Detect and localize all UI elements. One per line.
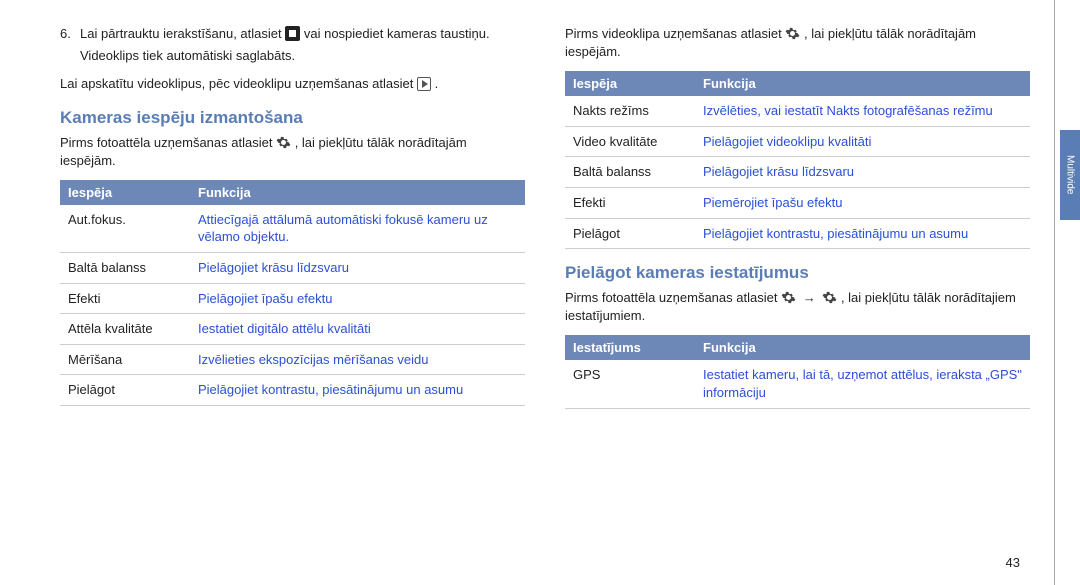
right-column: Pirms videoklipa uzņemšanas atlasiet , l… (565, 25, 1030, 419)
option-cell: Nakts režīms (565, 96, 695, 126)
table-row: Baltā balanssPielāgojiet krāsu līdzsvaru (60, 253, 525, 284)
gear-icon (781, 290, 796, 305)
camera-settings-intro: Pirms fotoattēla uzņemšanas atlasiet → ,… (565, 289, 1030, 325)
step-text: Lai pārtrauktu ierakstīšanu, atlasiet va… (80, 25, 490, 43)
video-options-intro: Pirms videoklipa uzņemšanas atlasiet , l… (565, 25, 1030, 61)
playback-text-after: . (435, 76, 439, 91)
side-tab: Multivide (1060, 130, 1080, 220)
option-cell: Pielāgot (60, 375, 190, 406)
page-number: 43 (1006, 555, 1020, 570)
gear-icon (822, 290, 837, 305)
function-cell: Pielāgojiet kontrastu, piesātinājumu un … (190, 375, 525, 406)
option-cell: Baltā balanss (60, 253, 190, 284)
gear-icon (785, 26, 800, 41)
function-cell: Pielāgojiet īpašu efektu (190, 283, 525, 314)
option-cell: Baltā balanss (565, 157, 695, 188)
table-row: EfektiPiemērojiet īpašu efektu (565, 188, 1030, 219)
option-cell: Efekti (60, 283, 190, 314)
step-text-after: vai nospiediet kameras taustiņu. (304, 26, 490, 41)
option-cell: Mērīšana (60, 344, 190, 375)
table-header-row: Iespēja Funkcija (565, 71, 1030, 96)
function-cell: Piemērojiet īpašu efektu (695, 188, 1030, 219)
step-text-before: Lai pārtrauktu ierakstīšanu, atlasiet (80, 26, 285, 41)
table-row: Attēla kvalitāteIestatiet digitālo attēl… (60, 314, 525, 345)
option-cell: Efekti (565, 188, 695, 219)
function-cell: Attiecīgajā attālumā automātiski fokusē … (190, 205, 525, 253)
step-6: 6. Lai pārtrauktu ierakstīšanu, atlasiet… (60, 25, 525, 65)
th-option: Iespēja (565, 71, 695, 96)
function-cell: Pielāgojiet kontrastu, piesātinājumu un … (695, 218, 1030, 249)
th-setting: Iestatījums (565, 335, 695, 360)
table-row: Nakts režīmsIzvēlēties, vai iestatīt Nak… (565, 96, 1030, 126)
th-function: Funkcija (695, 335, 1030, 360)
playback-text-before: Lai apskatītu videoklipus, pēc videoklip… (60, 76, 417, 91)
video-intro-before: Pirms videoklipa uzņemšanas atlasiet (565, 26, 785, 41)
table-row: EfektiPielāgojiet īpašu efektu (60, 283, 525, 314)
step-number: 6. (60, 25, 80, 43)
settings-intro-before: Pirms fotoattēla uzņemšanas atlasiet (565, 290, 781, 305)
left-column: 6. Lai pārtrauktu ierakstīšanu, atlasiet… (60, 25, 525, 419)
playback-para: Lai apskatītu videoklipus, pēc videoklip… (60, 75, 525, 93)
arrow-icon: → (800, 289, 819, 307)
table-header-row: Iestatījums Funkcija (565, 335, 1030, 360)
function-cell: Iestatiet kameru, lai tā, uzņemot attēlu… (695, 360, 1030, 408)
th-function: Funkcija (190, 180, 525, 205)
stop-icon (285, 26, 300, 41)
option-cell: Pielāgot (565, 218, 695, 249)
step-subtext: Videoklips tiek automātiski saglabāts. (80, 47, 525, 65)
table-row: GPSIestatiet kameru, lai tā, uzņemot att… (565, 360, 1030, 408)
content-columns: 6. Lai pārtrauktu ierakstīšanu, atlasiet… (60, 25, 1030, 419)
option-cell: GPS (565, 360, 695, 408)
table-row: Baltā balanssPielāgojiet krāsu līdzsvaru (565, 157, 1030, 188)
function-cell: Iestatiet digitālo attēlu kvalitāti (190, 314, 525, 345)
play-icon (417, 77, 431, 91)
table-header-row: Iespēja Funkcija (60, 180, 525, 205)
camera-settings-table: Iestatījums Funkcija GPSIestatiet kameru… (565, 335, 1030, 408)
function-cell: Izvēlieties ekspozīcijas mērīšanas veidu (190, 344, 525, 375)
side-line (1054, 0, 1055, 585)
table-row: PielāgotPielāgojiet kontrastu, piesātinā… (565, 218, 1030, 249)
option-cell: Aut.fokus. (60, 205, 190, 253)
option-cell: Attēla kvalitāte (60, 314, 190, 345)
th-function: Funkcija (695, 71, 1030, 96)
function-cell: Pielāgojiet videoklipu kvalitāti (695, 126, 1030, 157)
camera-options-table: Iespēja Funkcija Aut.fokus.Attiecīgajā a… (60, 180, 525, 406)
camera-options-intro: Pirms fotoattēla uzņemšanas atlasiet , l… (60, 134, 525, 170)
video-options-table: Iespēja Funkcija Nakts režīmsIzvēlēties,… (565, 71, 1030, 249)
heading-camera-options: Kameras iespēju izmantošana (60, 108, 525, 128)
heading-camera-settings: Pielāgot kameras iestatījumus (565, 263, 1030, 283)
function-cell: Izvēlēties, vai iestatīt Nakts fotografē… (695, 96, 1030, 126)
gear-icon (276, 135, 291, 150)
table-row: MērīšanaIzvēlieties ekspozīcijas mērīšan… (60, 344, 525, 375)
intro-before: Pirms fotoattēla uzņemšanas atlasiet (60, 135, 276, 150)
table-row: Video kvalitātePielāgojiet videoklipu kv… (565, 126, 1030, 157)
th-option: Iespēja (60, 180, 190, 205)
table-row: PielāgotPielāgojiet kontrastu, piesātinā… (60, 375, 525, 406)
table-row: Aut.fokus.Attiecīgajā attālumā automātis… (60, 205, 525, 253)
option-cell: Video kvalitāte (565, 126, 695, 157)
function-cell: Pielāgojiet krāsu līdzsvaru (190, 253, 525, 284)
function-cell: Pielāgojiet krāsu līdzsvaru (695, 157, 1030, 188)
